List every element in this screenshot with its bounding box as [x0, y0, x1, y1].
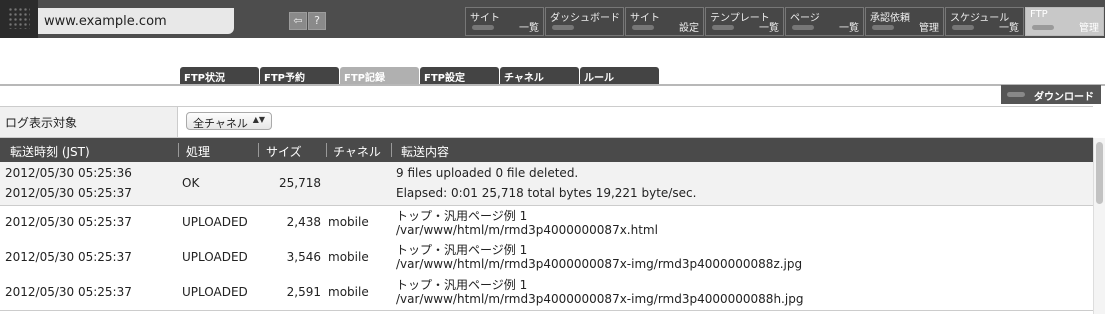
nav-item-2[interactable]: サイト設定: [625, 7, 704, 36]
col-separator: [391, 143, 392, 157]
row-size: 2,591: [286, 284, 321, 299]
tab-3[interactable]: FTP設定: [420, 67, 499, 84]
nav-item-1[interactable]: ダッシュボード: [545, 7, 624, 36]
col-content[interactable]: 転送内容: [401, 143, 449, 160]
table-row: 2012/05/30 05:25:37 UPLOADED 2,591 mobile トッ…: [0, 275, 1093, 311]
main-nav: サイト 一覧 ダッシュボード サイト 設定 テンプレート 一覧 ページ 一覧 承認依頼 管理 スケジュ…: [465, 7, 1105, 38]
tab-4[interactable]: チャネル: [500, 67, 579, 84]
top-header: www.example.com ⇦ ? サイト 一覧 ダッシュボード サイト 設定 テンプ…: [0, 0, 1105, 38]
row-action: OK: [182, 175, 200, 190]
tab-2[interactable]: FTP記録: [340, 67, 419, 84]
row-content-line: 9 files uploaded 0 file deleted.: [396, 166, 579, 180]
nav-pill-icon: [712, 25, 734, 30]
download-button[interactable]: ダウンロード: [1001, 85, 1101, 104]
row-channel: mobile: [328, 284, 369, 299]
filter-label: ログ表示対象: [0, 107, 178, 137]
row-channel: mobile: [328, 215, 369, 229]
col-separator: [178, 143, 179, 157]
nav-item-subtitle: 一覧: [839, 23, 859, 34]
row-content-line: トップ・汎用ページ例 1: [396, 209, 528, 223]
nav-item-subtitle: 管理: [1079, 23, 1099, 34]
col-separator: [326, 143, 327, 157]
col-time[interactable]: 転送時刻 (JST): [10, 143, 90, 160]
row-content-line: /var/www/html/m/rmd3p4000000087x.html: [396, 223, 658, 237]
nav-item-title: FTP: [1030, 9, 1048, 20]
nav-pill-icon: [472, 25, 494, 30]
col-size[interactable]: サイズ: [266, 143, 302, 160]
nav-item-5[interactable]: 承認依頼 管理: [865, 7, 944, 36]
nav-pill-icon: [552, 25, 574, 30]
filter-row: ログ表示対象 全チャネル ▲▼: [0, 106, 1093, 138]
nav-item-3[interactable]: テンプレート 一覧: [705, 7, 784, 36]
nav-item-title: ページ: [790, 13, 820, 24]
tab-5[interactable]: ルール: [580, 67, 659, 84]
nav-pill-icon: [872, 25, 894, 30]
table-row: 2012/05/30 05:25:37 UPLOADED 3,546 mobile トッ…: [0, 240, 1093, 276]
nav-item-title: ダッシュボード: [550, 13, 620, 24]
logo[interactable]: [0, 0, 38, 38]
row-time: 2012/05/30 05:25:36: [5, 166, 132, 180]
table-row: 2012/05/30 05:25:36 2012/05/30 05:25:37 OK…: [0, 162, 1093, 206]
ftp-tabs: FTP状況 FTP予約 FTP記録 FTP設定 チャネル ルール: [180, 67, 660, 84]
nav-item-subtitle: 一覧: [519, 23, 539, 34]
grid-logo-icon: [8, 7, 30, 29]
row-size: 3,546: [286, 249, 321, 264]
nav-item-subtitle: 管理: [919, 23, 939, 34]
row-action: UPLOADED: [182, 284, 248, 299]
download-label: ダウンロード: [1034, 92, 1094, 103]
col-channel[interactable]: チャネル: [333, 143, 381, 160]
col-action[interactable]: 処理: [186, 143, 210, 160]
table-header: 転送時刻 (JST) 処理 サイズ チャネル 転送内容: [0, 138, 1093, 162]
nav-pill-icon: [792, 25, 814, 30]
site-url-box: www.example.com: [38, 8, 234, 34]
site-url: www.example.com: [44, 14, 167, 29]
col-separator: [258, 143, 259, 157]
nav-item-subtitle: 一覧: [759, 23, 779, 34]
row-time: 2012/05/30 05:25:37: [5, 249, 132, 264]
select-arrows-icon: ▲▼: [252, 115, 265, 124]
tab-1[interactable]: FTP予約: [260, 67, 339, 84]
tab-divider: [0, 84, 1105, 86]
row-content-line: トップ・汎用ページ例 1: [396, 243, 528, 257]
button-pill-icon: [1007, 92, 1025, 97]
back-icon[interactable]: ⇦: [289, 12, 307, 30]
vertical-scrollbar[interactable]: [1093, 138, 1105, 314]
nav-pill-icon: [632, 25, 654, 30]
nav-item-6[interactable]: スケジュール 一覧: [945, 7, 1024, 36]
row-action: UPLOADED: [182, 215, 248, 229]
tab-0[interactable]: FTP状況: [180, 67, 259, 84]
table-row: 2012/05/30 05:25:37 UPLOADED 2,438 mobile トッ…: [0, 206, 1093, 241]
nav-item-title: サイト: [470, 13, 500, 24]
nav-item-0[interactable]: サイト一覧: [465, 7, 544, 36]
scroll-thumb[interactable]: [1096, 142, 1103, 204]
row-content-line: /var/www/html/m/rmd3p4000000087x-img/rmd…: [396, 257, 803, 271]
row-content-line: Elapsed: 0:01 25,718 total bytes 19,221 …: [396, 186, 697, 200]
row-action: UPLOADED: [182, 249, 248, 264]
nav-pill-icon: [952, 25, 974, 30]
row-channel: mobile: [328, 249, 369, 264]
channel-select[interactable]: 全チャネル ▲▼: [186, 112, 272, 130]
help-icon[interactable]: ?: [308, 12, 326, 30]
row-size: 25,718: [279, 175, 321, 190]
nav-item-7[interactable]: FTP 管理: [1025, 7, 1104, 36]
row-time: 2012/05/30 05:25:37: [5, 186, 132, 200]
nav-pill-icon: [1032, 25, 1054, 30]
row-content-line: /var/www/html/m/rmd3p4000000087x-img/rmd…: [396, 292, 804, 306]
row-content-line: トップ・汎用ページ例 1: [396, 278, 528, 292]
nav-item-title: 承認依頼: [870, 13, 910, 24]
nav-item-title: サイト: [630, 13, 660, 24]
nav-item-subtitle: 一覧: [999, 23, 1019, 34]
channel-select-value: 全チャネル: [193, 117, 248, 130]
nav-item-subtitle: 設定: [679, 23, 699, 34]
nav-item-4[interactable]: ページ一覧: [785, 7, 864, 36]
row-time: 2012/05/30 05:25:37: [5, 215, 132, 229]
row-time: 2012/05/30 05:25:37: [5, 284, 132, 299]
row-size: 2,438: [286, 215, 321, 229]
